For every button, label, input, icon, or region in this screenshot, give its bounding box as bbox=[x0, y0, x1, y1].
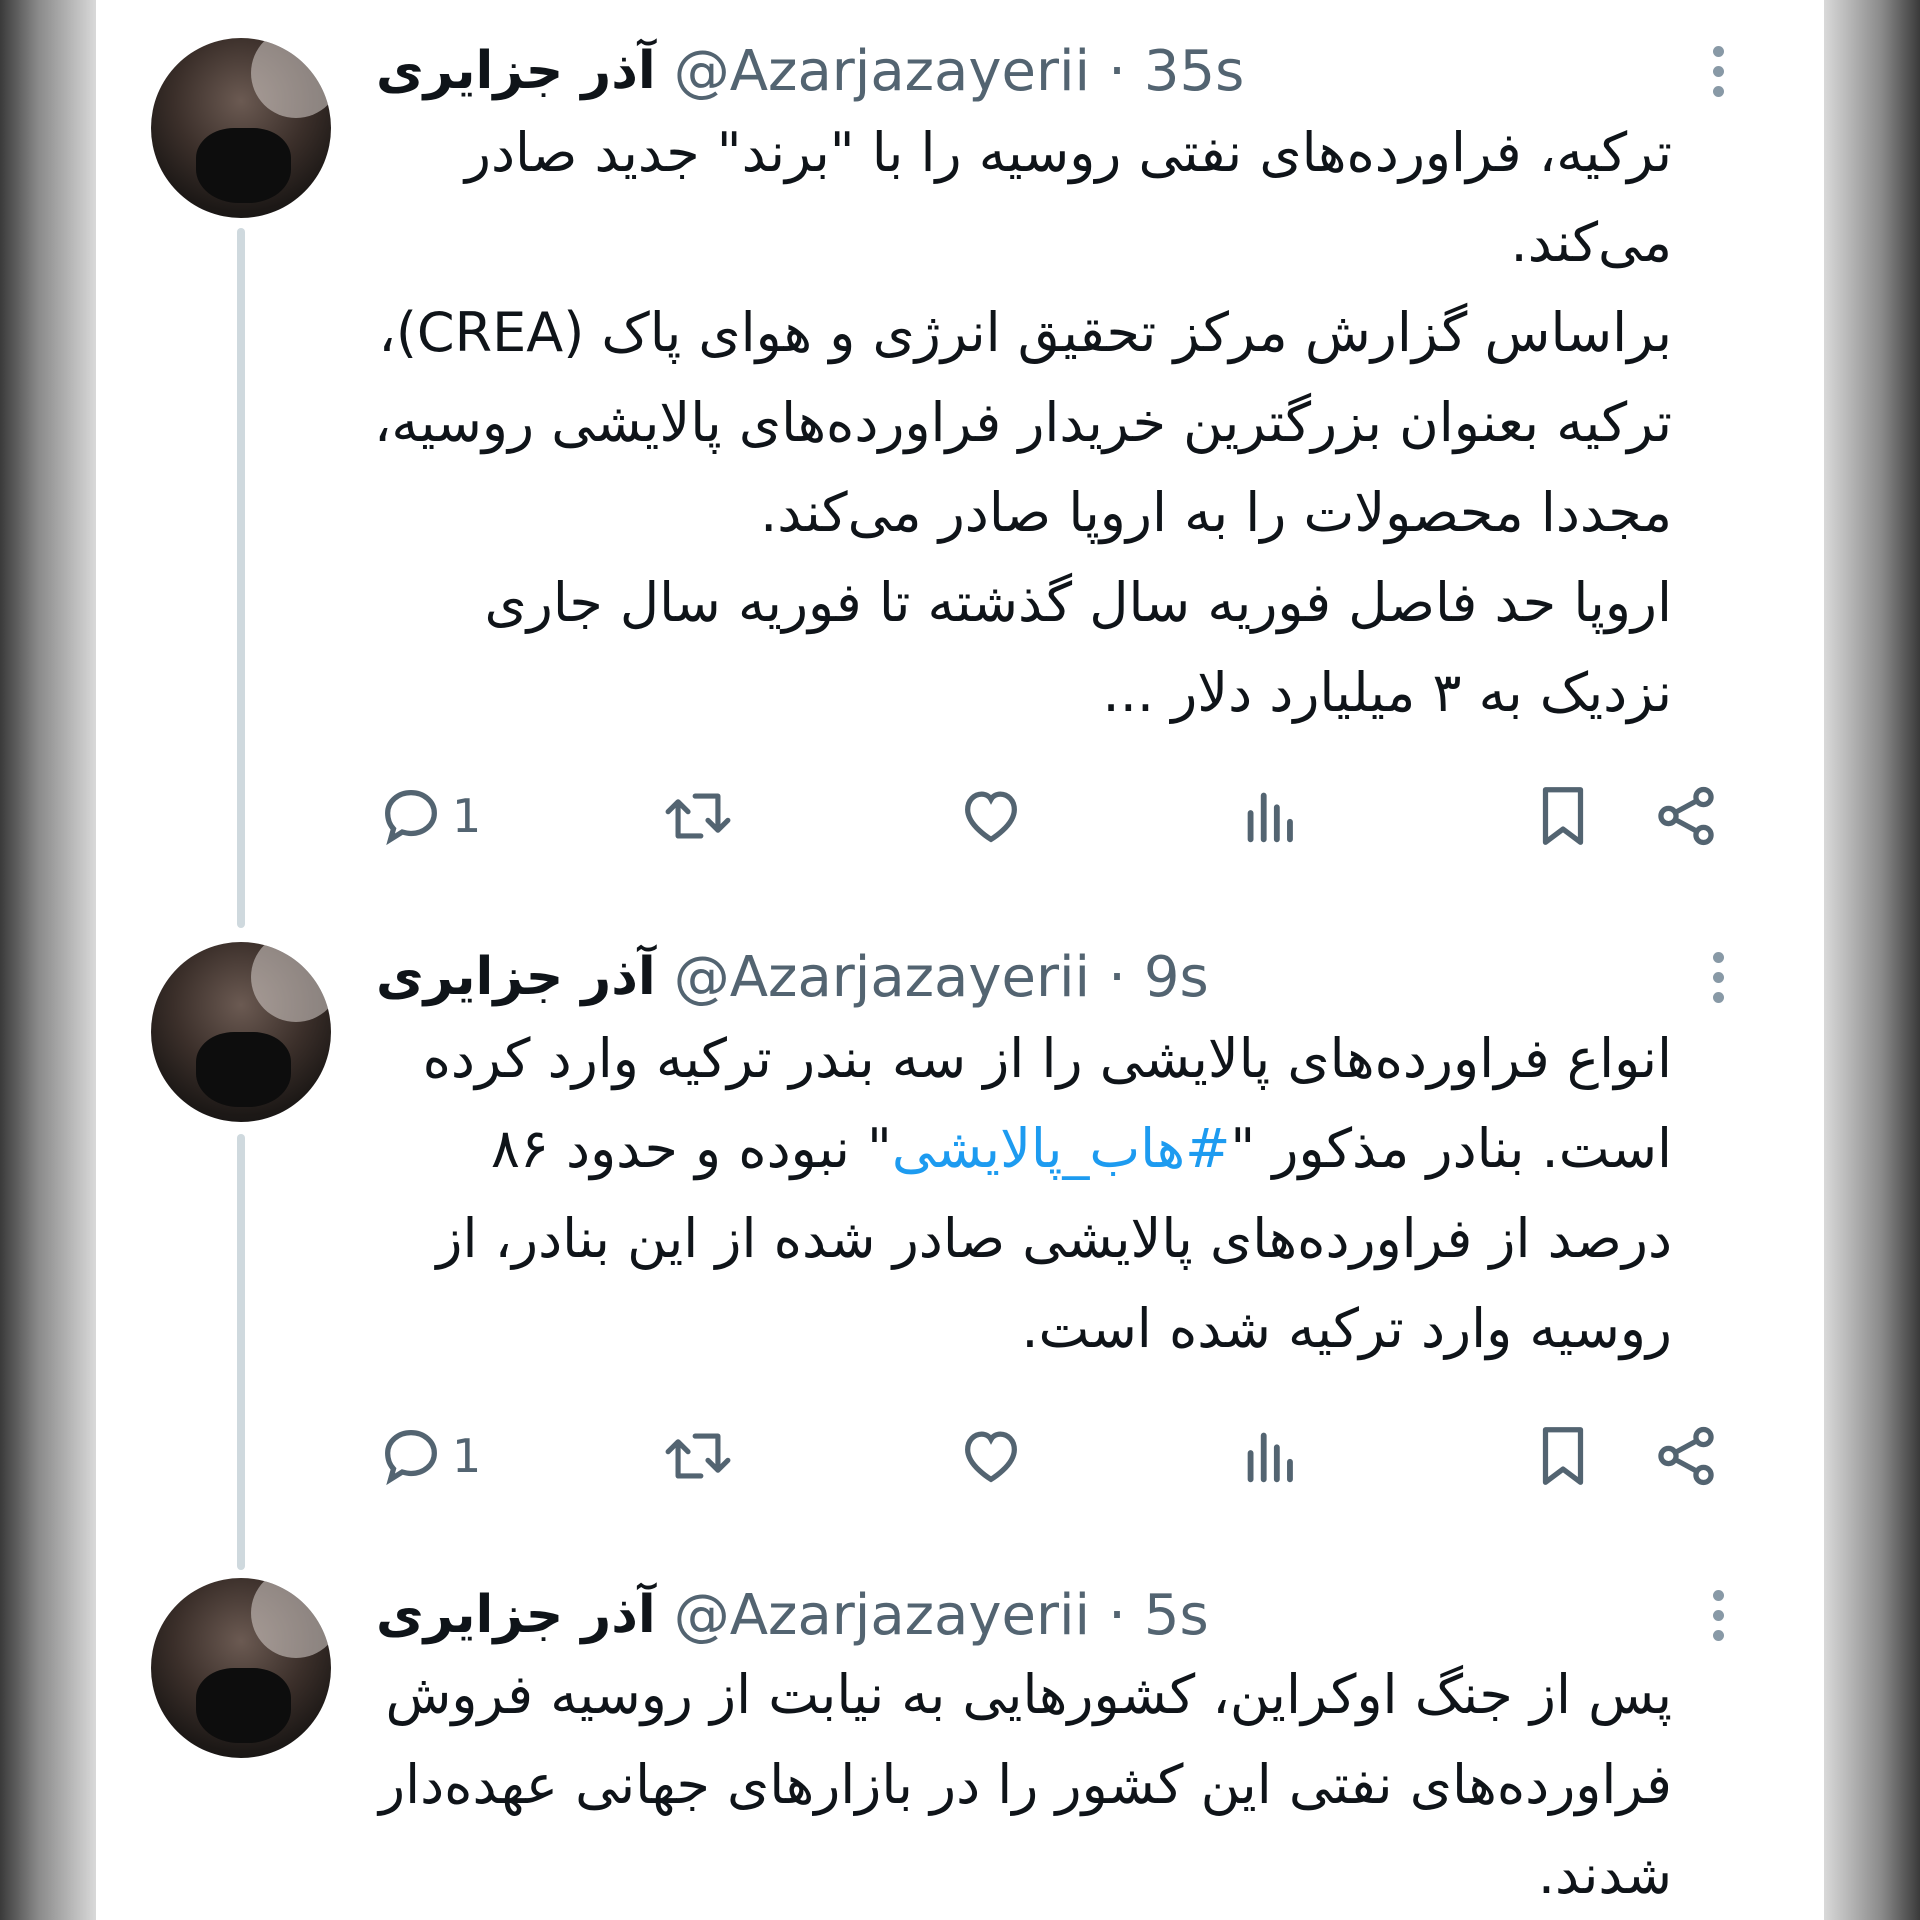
share-button[interactable] bbox=[1651, 1416, 1721, 1496]
reply-count: 1 bbox=[452, 789, 482, 843]
separator: · bbox=[1108, 1582, 1126, 1648]
tweet-text-line: روسیه وارد ترکیه شده است. bbox=[1021, 1297, 1672, 1360]
share-button[interactable] bbox=[1651, 776, 1721, 856]
handle[interactable]: @Azarjazayerii bbox=[674, 39, 1090, 104]
tweet-text-line: ترکیه، فراورده‌های نفتی روسیه را با "برن… bbox=[464, 121, 1672, 184]
tweet-text-line: براساس گزارش مرکز تحقیق انرژی و هوای پاک… bbox=[378, 301, 1672, 364]
tweet-text-line: اروپا حد فاصل فوریه سال گذشته تا فوریه س… bbox=[484, 571, 1672, 634]
timestamp[interactable]: 9s bbox=[1144, 945, 1209, 1010]
tweet-text-line: پس از جنگ اوکراین، کشورهایی به نیابت از … bbox=[385, 1663, 1672, 1726]
tweet-text: پس از جنگ اوکراین، کشورهایی به نیابت از … bbox=[292, 1650, 1672, 1920]
blurred-background-right bbox=[1824, 0, 1920, 1920]
like-button[interactable] bbox=[956, 776, 1026, 856]
handle[interactable]: @Azarjazayerii bbox=[674, 945, 1090, 1010]
more-icon[interactable] bbox=[1708, 942, 1728, 1012]
bookmark-icon bbox=[1542, 1427, 1584, 1485]
tweet-header: آذر جزایری @Azarjazayerii · 5s bbox=[376, 1580, 1209, 1650]
tweet-text-line: درصد از فراورده‌های پالایشی صادر شده از … bbox=[436, 1207, 1672, 1270]
display-name[interactable]: آذر جزایری bbox=[376, 1585, 656, 1645]
like-icon bbox=[965, 791, 1017, 843]
reply-icon bbox=[385, 790, 437, 846]
bookmark-icon bbox=[1542, 787, 1584, 845]
like-icon bbox=[965, 1431, 1017, 1483]
views-button[interactable] bbox=[1236, 1416, 1306, 1496]
tweet[interactable]: آذر جزایری @Azarjazayerii · 35s ترکیه، ف… bbox=[96, 0, 1824, 900]
tweet-text-line: شدند. bbox=[1537, 1843, 1672, 1906]
tweet-text-line: ترکیه بعنوان بزرگترین خریدار فراورده‌های… bbox=[373, 391, 1672, 454]
tweet-text: ترکیه، فراورده‌های نفتی روسیه را با "برن… bbox=[292, 108, 1672, 738]
retweet-icon bbox=[665, 793, 731, 839]
tweet-text-line: می‌کند. bbox=[1510, 211, 1672, 274]
share-icon bbox=[1658, 1426, 1714, 1486]
views-button[interactable] bbox=[1236, 776, 1306, 856]
thread-card: آذر جزایری @Azarjazayerii · 35s ترکیه، ف… bbox=[96, 0, 1824, 1920]
tweet-actions: 1 bbox=[376, 1416, 1736, 1496]
more-icon[interactable] bbox=[1708, 1580, 1728, 1650]
display-name[interactable]: آذر جزایری bbox=[376, 947, 656, 1007]
views-icon bbox=[1247, 1432, 1293, 1483]
reply-button[interactable]: 1 bbox=[376, 776, 481, 856]
reply-icon bbox=[385, 1430, 437, 1486]
tweet-header: آذر جزایری @Azarjazayerii · 9s bbox=[376, 942, 1209, 1012]
separator: · bbox=[1108, 944, 1126, 1010]
reply-count: 1 bbox=[452, 1429, 482, 1483]
more-icon[interactable] bbox=[1708, 36, 1728, 106]
handle[interactable]: @Azarjazayerii bbox=[674, 1583, 1090, 1648]
tweet[interactable]: آذر جزایری @Azarjazayerii · 9s انواع فرا… bbox=[96, 900, 1824, 1540]
tweet-text-line: انواع فراورده‌های پالایشی را از سه بندر … bbox=[422, 1027, 1672, 1090]
tweet-actions: 1 bbox=[376, 776, 1736, 856]
retweet-button[interactable] bbox=[661, 1416, 735, 1496]
tweet-header: آذر جزایری @Azarjazayerii · 35s bbox=[376, 36, 1244, 106]
tweet-text-line: مجددا محصولات را به اروپا صادر می‌کند. bbox=[760, 481, 1672, 544]
timestamp[interactable]: 5s bbox=[1144, 1583, 1209, 1648]
views-icon bbox=[1247, 792, 1293, 843]
display-name[interactable]: آذر جزایری bbox=[376, 41, 656, 101]
tweet-text-line: است. بنادر مذکور "#هاب_پالایشی" نبوده و … bbox=[490, 1117, 1672, 1180]
tweet-text-line: فراورده‌های نفتی این کشور را در بازارهای… bbox=[379, 1753, 1672, 1816]
timestamp[interactable]: 35s bbox=[1144, 39, 1244, 104]
tweet-text-line: نزدیک به ۳ میلیارد دلار ... bbox=[1102, 661, 1672, 724]
reply-button[interactable]: 1 bbox=[376, 1416, 481, 1496]
separator: · bbox=[1108, 38, 1126, 104]
share-icon bbox=[1658, 786, 1714, 846]
retweet-button[interactable] bbox=[661, 776, 735, 856]
hashtag-link[interactable]: #هاب_پالایشی bbox=[892, 1117, 1231, 1180]
blurred-background-left bbox=[0, 0, 96, 1920]
tweet-text: انواع فراورده‌های پالایشی را از سه بندر … bbox=[292, 1014, 1672, 1374]
tweet[interactable]: آذر جزایری @Azarjazayerii · 5s پس از جنگ… bbox=[96, 1540, 1824, 1920]
retweet-icon bbox=[665, 1433, 731, 1479]
like-button[interactable] bbox=[956, 1416, 1026, 1496]
bookmark-button[interactable] bbox=[1528, 1416, 1598, 1496]
bookmark-button[interactable] bbox=[1528, 776, 1598, 856]
